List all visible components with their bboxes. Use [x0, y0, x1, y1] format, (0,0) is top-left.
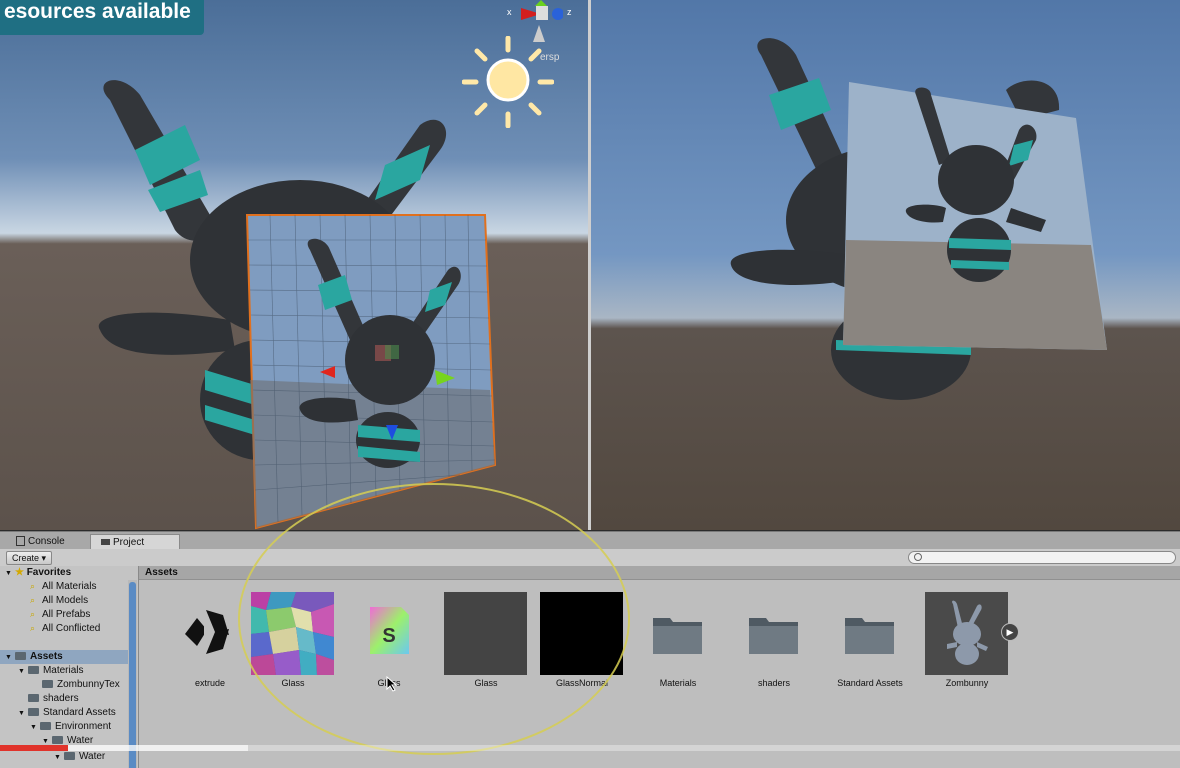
- saved-search-icon: ⌕: [30, 622, 36, 633]
- folder-icon: [27, 708, 39, 717]
- sidebar-item-label: All Models: [42, 595, 89, 606]
- star-icon: ★: [14, 567, 24, 578]
- sidebar-scrollbar[interactable]: [128, 580, 137, 768]
- folder-icon: [845, 618, 894, 654]
- asset-extrude[interactable]: extrude: [168, 592, 252, 688]
- sidebar-item-all-models[interactable]: ⌕ All Models: [30, 594, 88, 608]
- search-icon: [914, 553, 922, 561]
- played-bar[interactable]: [0, 745, 69, 751]
- folder-icon: [42, 680, 53, 689]
- expand-arrow-icon[interactable]: ▼: [18, 668, 25, 675]
- asset-shaders-folder[interactable]: shaders: [732, 592, 816, 688]
- tab-console[interactable]: Console: [6, 534, 90, 550]
- folder-icon: [39, 722, 51, 731]
- scrollbar-thumb[interactable]: [129, 582, 136, 768]
- project-sidebar: ▼ ★ Favorites ⌕ All Materials ⌕ All Models …: [0, 566, 139, 768]
- sidebar-item-label: Environment: [54, 721, 112, 732]
- model-thumbnail: [925, 592, 1008, 675]
- sidebar-item-label: All Prefabs: [42, 609, 91, 620]
- folder-icon: [653, 618, 702, 654]
- sidebar-item-water-sub[interactable]: ▼ Water: [54, 750, 105, 764]
- expand-arrow-icon[interactable]: ▼: [54, 754, 61, 761]
- expand-arrow-icon[interactable]: ▼: [42, 738, 49, 745]
- asset-materials-folder[interactable]: Materials: [636, 592, 720, 688]
- expand-arrow-icon[interactable]: ▼: [5, 570, 12, 577]
- console-icon: [16, 536, 25, 547]
- folder-icon: [51, 736, 63, 745]
- assets-label: Assets: [29, 651, 63, 662]
- sidebar-item-standard-assets[interactable]: ▼ Standard Assets: [18, 706, 116, 720]
- unity-logo-icon: [185, 610, 229, 654]
- material-preview: [444, 592, 527, 675]
- gizmo-x-label: x: [507, 7, 512, 17]
- sidebar-item-all-prefabs[interactable]: ⌕ All Prefabs: [30, 608, 90, 622]
- saved-search-icon: ⌕: [30, 608, 36, 619]
- sun-icon: [462, 36, 554, 128]
- sidebar-item-materials[interactable]: ▼ Materials: [18, 664, 84, 678]
- gizmo-z-label: z: [567, 7, 572, 17]
- project-toolbar: Create ▾: [0, 549, 1180, 567]
- expand-arrow-icon[interactable]: ▼: [5, 654, 12, 661]
- sidebar-item-label: All Materials: [42, 581, 97, 592]
- asset-glassnormal[interactable]: GlassNormal: [540, 592, 624, 688]
- glass-texture-thumbnail: [251, 592, 334, 675]
- asset-standard-assets-folder[interactable]: Standard Assets: [828, 592, 912, 688]
- saved-search-icon: ⌕: [30, 594, 36, 605]
- tab-project-label: Project: [113, 537, 145, 548]
- resources-banner[interactable]: esources available: [0, 0, 204, 35]
- asset-grid: Assets extrude Glass S Glass GlassNormal…: [139, 566, 1180, 768]
- play-preview-icon[interactable]: ▶: [1001, 623, 1019, 641]
- sidebar-item-zombunnytex[interactable]: ZombunnyTex: [42, 678, 120, 692]
- sidebar-item-all-conflicted[interactable]: ⌕ All Conflicted: [30, 622, 100, 636]
- asset-glass-material[interactable]: Glass: [444, 592, 528, 688]
- expand-arrow-icon[interactable]: ▼: [18, 710, 25, 717]
- shader-file-icon: S: [370, 607, 409, 654]
- sidebar-item-label: Materials: [42, 665, 84, 676]
- expand-arrow-icon[interactable]: ▼: [30, 724, 37, 731]
- assets-header[interactable]: ▼ Assets: [0, 650, 128, 664]
- sidebar-item-environment[interactable]: ▼ Environment: [30, 720, 111, 734]
- game-view[interactable]: [591, 0, 1180, 530]
- sidebar-item-label: All Conflicted: [42, 623, 101, 634]
- game-render: [730, 38, 1107, 400]
- saved-search-icon: ⌕: [30, 580, 36, 591]
- folder-icon: [63, 752, 75, 761]
- sidebar-item-label: shaders: [43, 693, 79, 704]
- create-button[interactable]: Create ▾: [6, 551, 53, 565]
- folder-icon: [28, 694, 39, 703]
- folder-icon: [14, 652, 26, 661]
- mouse-cursor-icon: [386, 676, 398, 692]
- asset-glass-texture[interactable]: Glass: [251, 592, 335, 688]
- glass-plane[interactable]: [245, 214, 497, 530]
- sidebar-item-all-materials[interactable]: ⌕ All Materials: [30, 580, 96, 594]
- favorites-header[interactable]: ▼ ★ Favorites: [5, 566, 71, 580]
- bottom-tab-bar: Console Project: [0, 531, 1180, 551]
- asset-label: Zombunny: [945, 678, 989, 688]
- asset-zombunny[interactable]: Zombunny: [925, 592, 1009, 688]
- tab-console-label: Console: [28, 536, 65, 547]
- video-progress-bar[interactable]: [0, 745, 1180, 751]
- sidebar-item-shaders[interactable]: shaders: [28, 692, 79, 706]
- project-icon: [101, 539, 110, 546]
- sidebar-item-label: ZombunnyTex: [57, 679, 120, 690]
- search-input[interactable]: [908, 551, 1176, 564]
- sidebar-item-label: Water: [78, 751, 106, 762]
- svg-text:S: S: [382, 625, 395, 647]
- sidebar-item-label: Standard Assets: [42, 707, 116, 718]
- glass-plane-reflection: [843, 82, 1107, 350]
- asset-glass-shader[interactable]: S Glass: [347, 592, 431, 688]
- scene-view[interactable]: esources available x z ersp: [0, 0, 588, 530]
- material-preview: [540, 592, 623, 675]
- folder-icon: [749, 618, 798, 654]
- favorites-label: Favorites: [26, 567, 72, 578]
- breadcrumb[interactable]: Assets: [139, 566, 1180, 580]
- folder-icon: [27, 666, 39, 675]
- buffered-bar: [68, 745, 248, 751]
